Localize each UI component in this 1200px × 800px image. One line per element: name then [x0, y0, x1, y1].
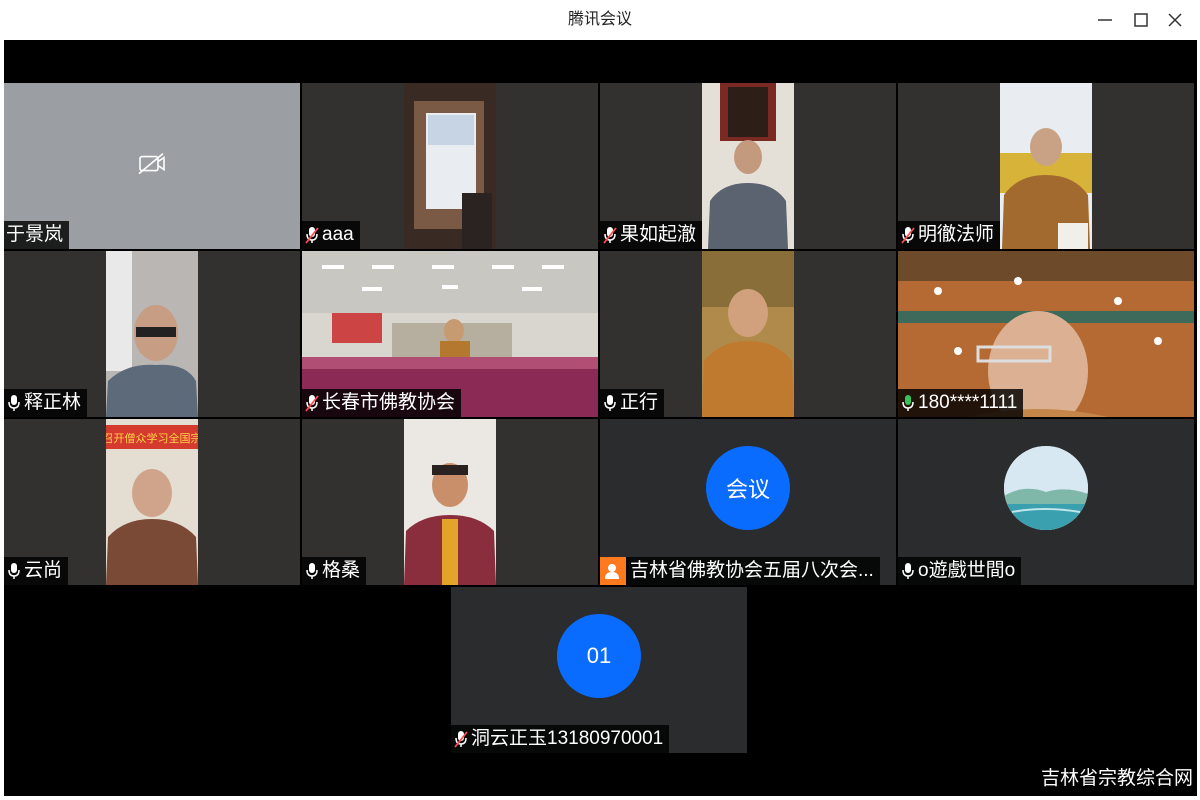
participant-name-label: 果如起澈	[600, 221, 703, 249]
mic-icon	[6, 393, 22, 413]
video-feed	[404, 419, 496, 585]
mic-icon	[900, 561, 916, 581]
participant-name-label: 长春市佛教协会	[302, 389, 462, 417]
participant-tile[interactable]: 会议 吉林省佛教协会五届八次会...	[600, 419, 896, 585]
avatar	[1004, 446, 1088, 530]
minimize-icon	[1098, 19, 1112, 21]
participant-name-label: 明徹法师	[898, 221, 1001, 249]
mic-muted-icon	[900, 225, 916, 245]
participant-tile[interactable]: 于景岚	[4, 83, 300, 249]
participant-name-label: 180****1111	[898, 389, 1024, 417]
participant-tile-active-speaker[interactable]: 180****1111	[898, 251, 1194, 417]
mic-icon	[602, 393, 618, 413]
window-title: 腾讯会议	[567, 11, 632, 28]
video-feed	[702, 251, 794, 417]
participant-name-label: 释正林	[4, 389, 88, 417]
camera-off-icon	[138, 152, 165, 175]
participant-tile[interactable]: 长春市佛教协会	[302, 251, 598, 417]
maximize-button[interactable]	[1125, 4, 1157, 36]
participant-tile[interactable]: o遊戲世間o	[898, 419, 1194, 585]
participant-name-label: 格桑	[302, 557, 367, 585]
participant-name-label: o遊戲世間o	[898, 557, 1022, 585]
user-icon	[600, 557, 626, 585]
mic-icon	[304, 561, 320, 581]
avatar: 01	[557, 614, 641, 698]
participant-tile[interactable]: 正行	[600, 251, 896, 417]
background-banner-text: 召开僧众学习全国宗	[106, 431, 198, 445]
participant-name-label: 洞云正玉13180970001	[451, 725, 670, 753]
mic-muted-icon	[304, 393, 320, 413]
close-button[interactable]	[1159, 4, 1191, 36]
participant-tile[interactable]: 明徹法师	[898, 83, 1194, 249]
participant-name-label: 云尚	[4, 557, 69, 585]
participant-tile[interactable]: 召开僧众学习全国宗 云尚	[4, 419, 300, 585]
mic-muted-icon	[304, 225, 320, 245]
watermark-text: 吉林省宗教综合网	[1040, 768, 1193, 789]
participant-name-label: 吉林省佛教协会五届八次会...	[600, 557, 880, 585]
video-feed	[702, 83, 794, 249]
video-feed	[106, 251, 198, 417]
title-bar: 腾讯会议	[0, 0, 1200, 40]
maximize-icon	[1134, 13, 1148, 27]
video-grid: 于景岚 aaa 果如起澈 明徹法师 释正林 长春市佛教协会 正行 180****…	[4, 40, 1197, 796]
mic-muted-icon	[453, 729, 469, 749]
participant-tile[interactable]: 果如起澈	[600, 83, 896, 249]
video-feed: 召开僧众学习全国宗	[106, 419, 198, 585]
mic-speaking-icon	[900, 393, 916, 413]
participant-tile[interactable]: 01 洞云正玉13180970001	[451, 587, 747, 753]
participant-tile[interactable]: 释正林	[4, 251, 300, 417]
video-feed	[404, 83, 496, 249]
participant-name-label: 正行	[600, 389, 665, 417]
mic-icon	[6, 561, 22, 581]
close-icon	[1168, 13, 1182, 27]
minimize-button[interactable]	[1089, 4, 1121, 36]
participant-name-label: 于景岚	[4, 221, 70, 249]
avatar: 会议	[706, 446, 790, 530]
participant-tile[interactable]: 格桑	[302, 419, 598, 585]
participant-name-label: aaa	[302, 221, 360, 249]
video-feed	[1000, 83, 1092, 249]
mic-muted-icon	[602, 225, 618, 245]
participant-tile[interactable]: aaa	[302, 83, 598, 249]
